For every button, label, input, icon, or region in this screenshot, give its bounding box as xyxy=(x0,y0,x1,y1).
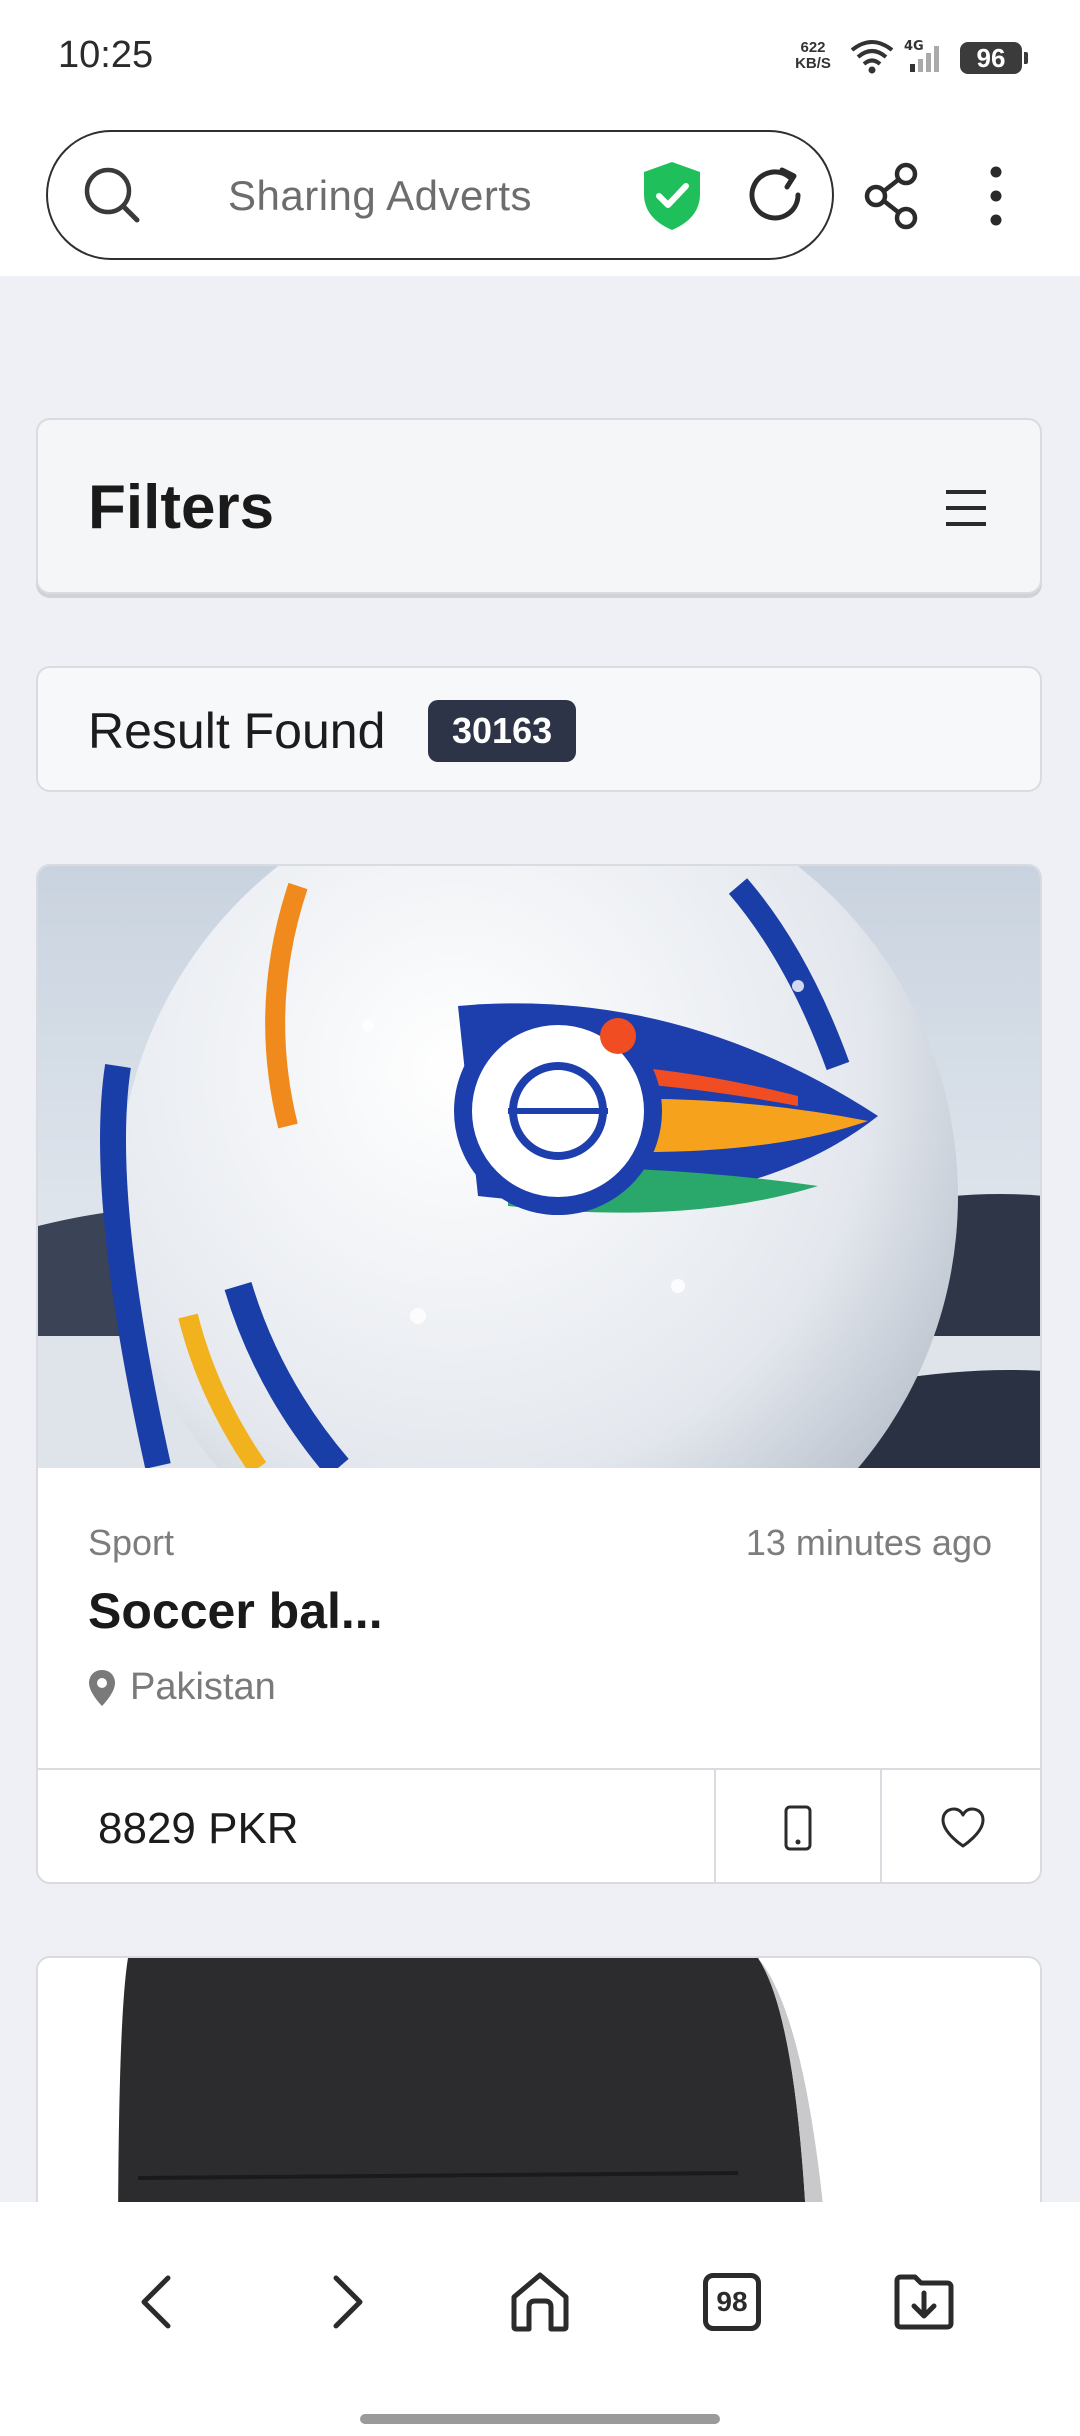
filters-card[interactable]: Filters xyxy=(36,418,1042,594)
call-button[interactable] xyxy=(714,1770,880,1882)
chevron-left-icon xyxy=(141,2275,171,2329)
filters-title: Filters xyxy=(88,473,275,542)
listing-location: Pakistan xyxy=(88,1666,276,1709)
cellular-signal-icon: 4G xyxy=(904,38,944,79)
heart-icon xyxy=(941,1807,985,1848)
home-button[interactable] xyxy=(500,2262,580,2342)
chevron-right-icon xyxy=(333,2275,363,2329)
location-pin-icon xyxy=(89,1669,115,1706)
listing-card[interactable]: Sport 13 minutes ago Soccer bal... Pakis… xyxy=(36,864,1042,1884)
status-time: 10:25 xyxy=(58,34,154,76)
battery-indicator: 96 xyxy=(960,42,1028,74)
download-folder-icon xyxy=(894,2274,954,2330)
share-icon[interactable] xyxy=(862,160,922,232)
tabs-count: 98 xyxy=(703,2273,761,2331)
more-options-icon[interactable] xyxy=(976,160,1016,232)
wifi-icon xyxy=(850,40,894,74)
listing-title[interactable]: Soccer bal... xyxy=(88,1582,383,1640)
security-shield-icon[interactable] xyxy=(640,160,704,232)
hamburger-menu-icon[interactable] xyxy=(944,488,988,528)
results-label: Result Found xyxy=(88,703,386,759)
network-type-label: 4G xyxy=(904,39,924,54)
favorite-button[interactable] xyxy=(880,1770,1040,1882)
tabs-button[interactable]: 98 xyxy=(692,2262,772,2342)
gesture-bar[interactable] xyxy=(360,2414,720,2424)
forward-button[interactable] xyxy=(308,2262,388,2342)
listing-footer: 8829 PKR xyxy=(38,1768,1040,1882)
results-summary: Result Found 30163 xyxy=(36,666,1042,792)
results-count-badge: 30163 xyxy=(428,700,577,762)
home-icon xyxy=(511,2272,569,2332)
address-text[interactable]: Sharing Adverts xyxy=(228,172,532,220)
search-icon[interactable] xyxy=(82,165,142,225)
listing-category: Sport xyxy=(88,1522,175,1563)
network-speed: 622 KB/S xyxy=(792,40,834,72)
browser-bottom-bar: 98 xyxy=(0,2202,1080,2436)
back-button[interactable] xyxy=(116,2262,196,2342)
address-bar[interactable]: Sharing Adverts xyxy=(46,130,834,260)
phone-icon xyxy=(784,1805,812,1851)
listing-image[interactable] xyxy=(38,866,1042,1468)
reload-icon[interactable] xyxy=(742,162,808,228)
listing-location-text: Pakistan xyxy=(130,1666,276,1708)
listing-price: 8829 PKR xyxy=(98,1804,299,1853)
network-speed-value: 622 xyxy=(800,39,826,56)
downloads-button[interactable] xyxy=(884,2262,964,2342)
network-speed-unit: KB/S xyxy=(795,55,831,72)
status-bar: 10:25 622 KB/S 4G 96 xyxy=(0,0,1080,118)
listing-time-ago: 13 minutes ago xyxy=(745,1522,992,1563)
